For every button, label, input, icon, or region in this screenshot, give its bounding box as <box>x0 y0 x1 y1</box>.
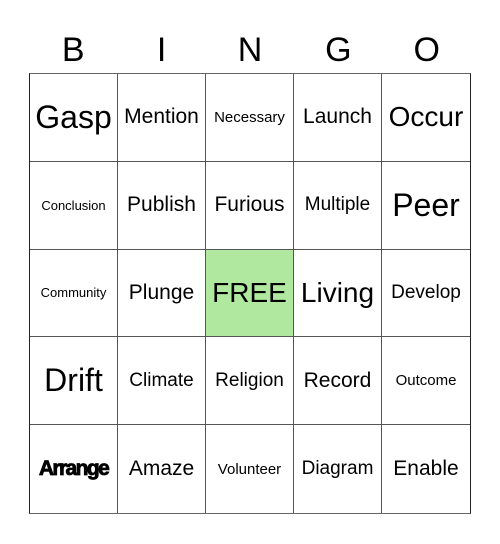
header-letter-o: O <box>413 31 440 69</box>
bingo-cell[interactable]: Climate <box>118 337 206 426</box>
header-letter-i: I <box>156 31 167 69</box>
bingo-cell[interactable]: Publish <box>118 161 206 250</box>
bingo-cell[interactable]: Peer <box>382 161 470 250</box>
bingo-cell[interactable]: Conclusion <box>30 161 118 250</box>
free-space-cell[interactable]: FREE <box>206 249 294 338</box>
bingo-cell[interactable]: Drift <box>30 337 118 426</box>
bingo-cell[interactable]: Enable <box>382 425 470 513</box>
bingo-grid: Gasp Mention Necessary Launch Occur Conc… <box>29 73 471 514</box>
bingo-cell[interactable]: Outcome <box>382 337 470 426</box>
bingo-cell[interactable]: Occur <box>382 74 470 162</box>
header-letter-n: N <box>237 31 263 69</box>
bingo-cell[interactable]: Plunge <box>118 249 206 338</box>
bingo-cell[interactable]: Mention <box>118 74 206 162</box>
bingo-cell[interactable]: Volunteer <box>206 425 294 513</box>
bingo-cell[interactable]: Community <box>30 249 118 338</box>
bingo-cell[interactable]: Multiple <box>294 161 382 250</box>
bingo-cell[interactable]: Arrange <box>30 425 118 513</box>
bingo-cell[interactable]: Religion <box>206 337 294 426</box>
bingo-cell[interactable]: Record <box>294 337 382 426</box>
bingo-cell[interactable]: Develop <box>382 249 470 338</box>
bingo-cell[interactable]: Diagram <box>294 425 382 513</box>
bingo-cell[interactable]: Necessary <box>206 74 294 162</box>
bingo-header: B I N G O <box>29 28 471 72</box>
bingo-cell[interactable]: Furious <box>206 161 294 250</box>
bingo-cell[interactable]: Living <box>294 249 382 338</box>
bingo-cell[interactable]: Amaze <box>118 425 206 513</box>
bingo-cell[interactable]: Launch <box>294 74 382 162</box>
header-letter-b: B <box>61 31 85 69</box>
bingo-cell[interactable]: Gasp <box>30 74 118 162</box>
header-letter-g: G <box>325 31 352 69</box>
